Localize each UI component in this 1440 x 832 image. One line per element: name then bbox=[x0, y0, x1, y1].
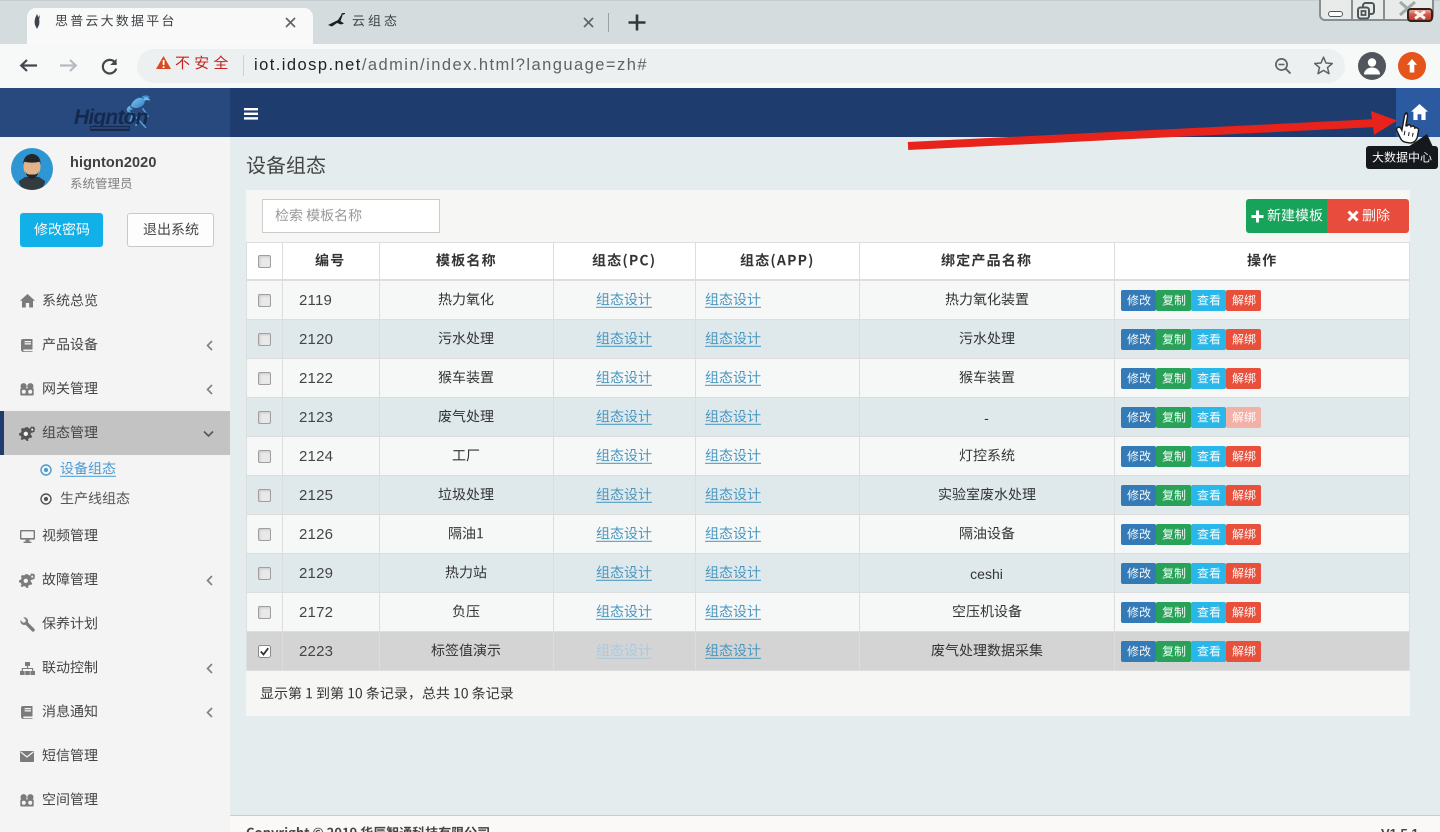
svg-text:Hignton: Hignton bbox=[74, 106, 148, 129]
